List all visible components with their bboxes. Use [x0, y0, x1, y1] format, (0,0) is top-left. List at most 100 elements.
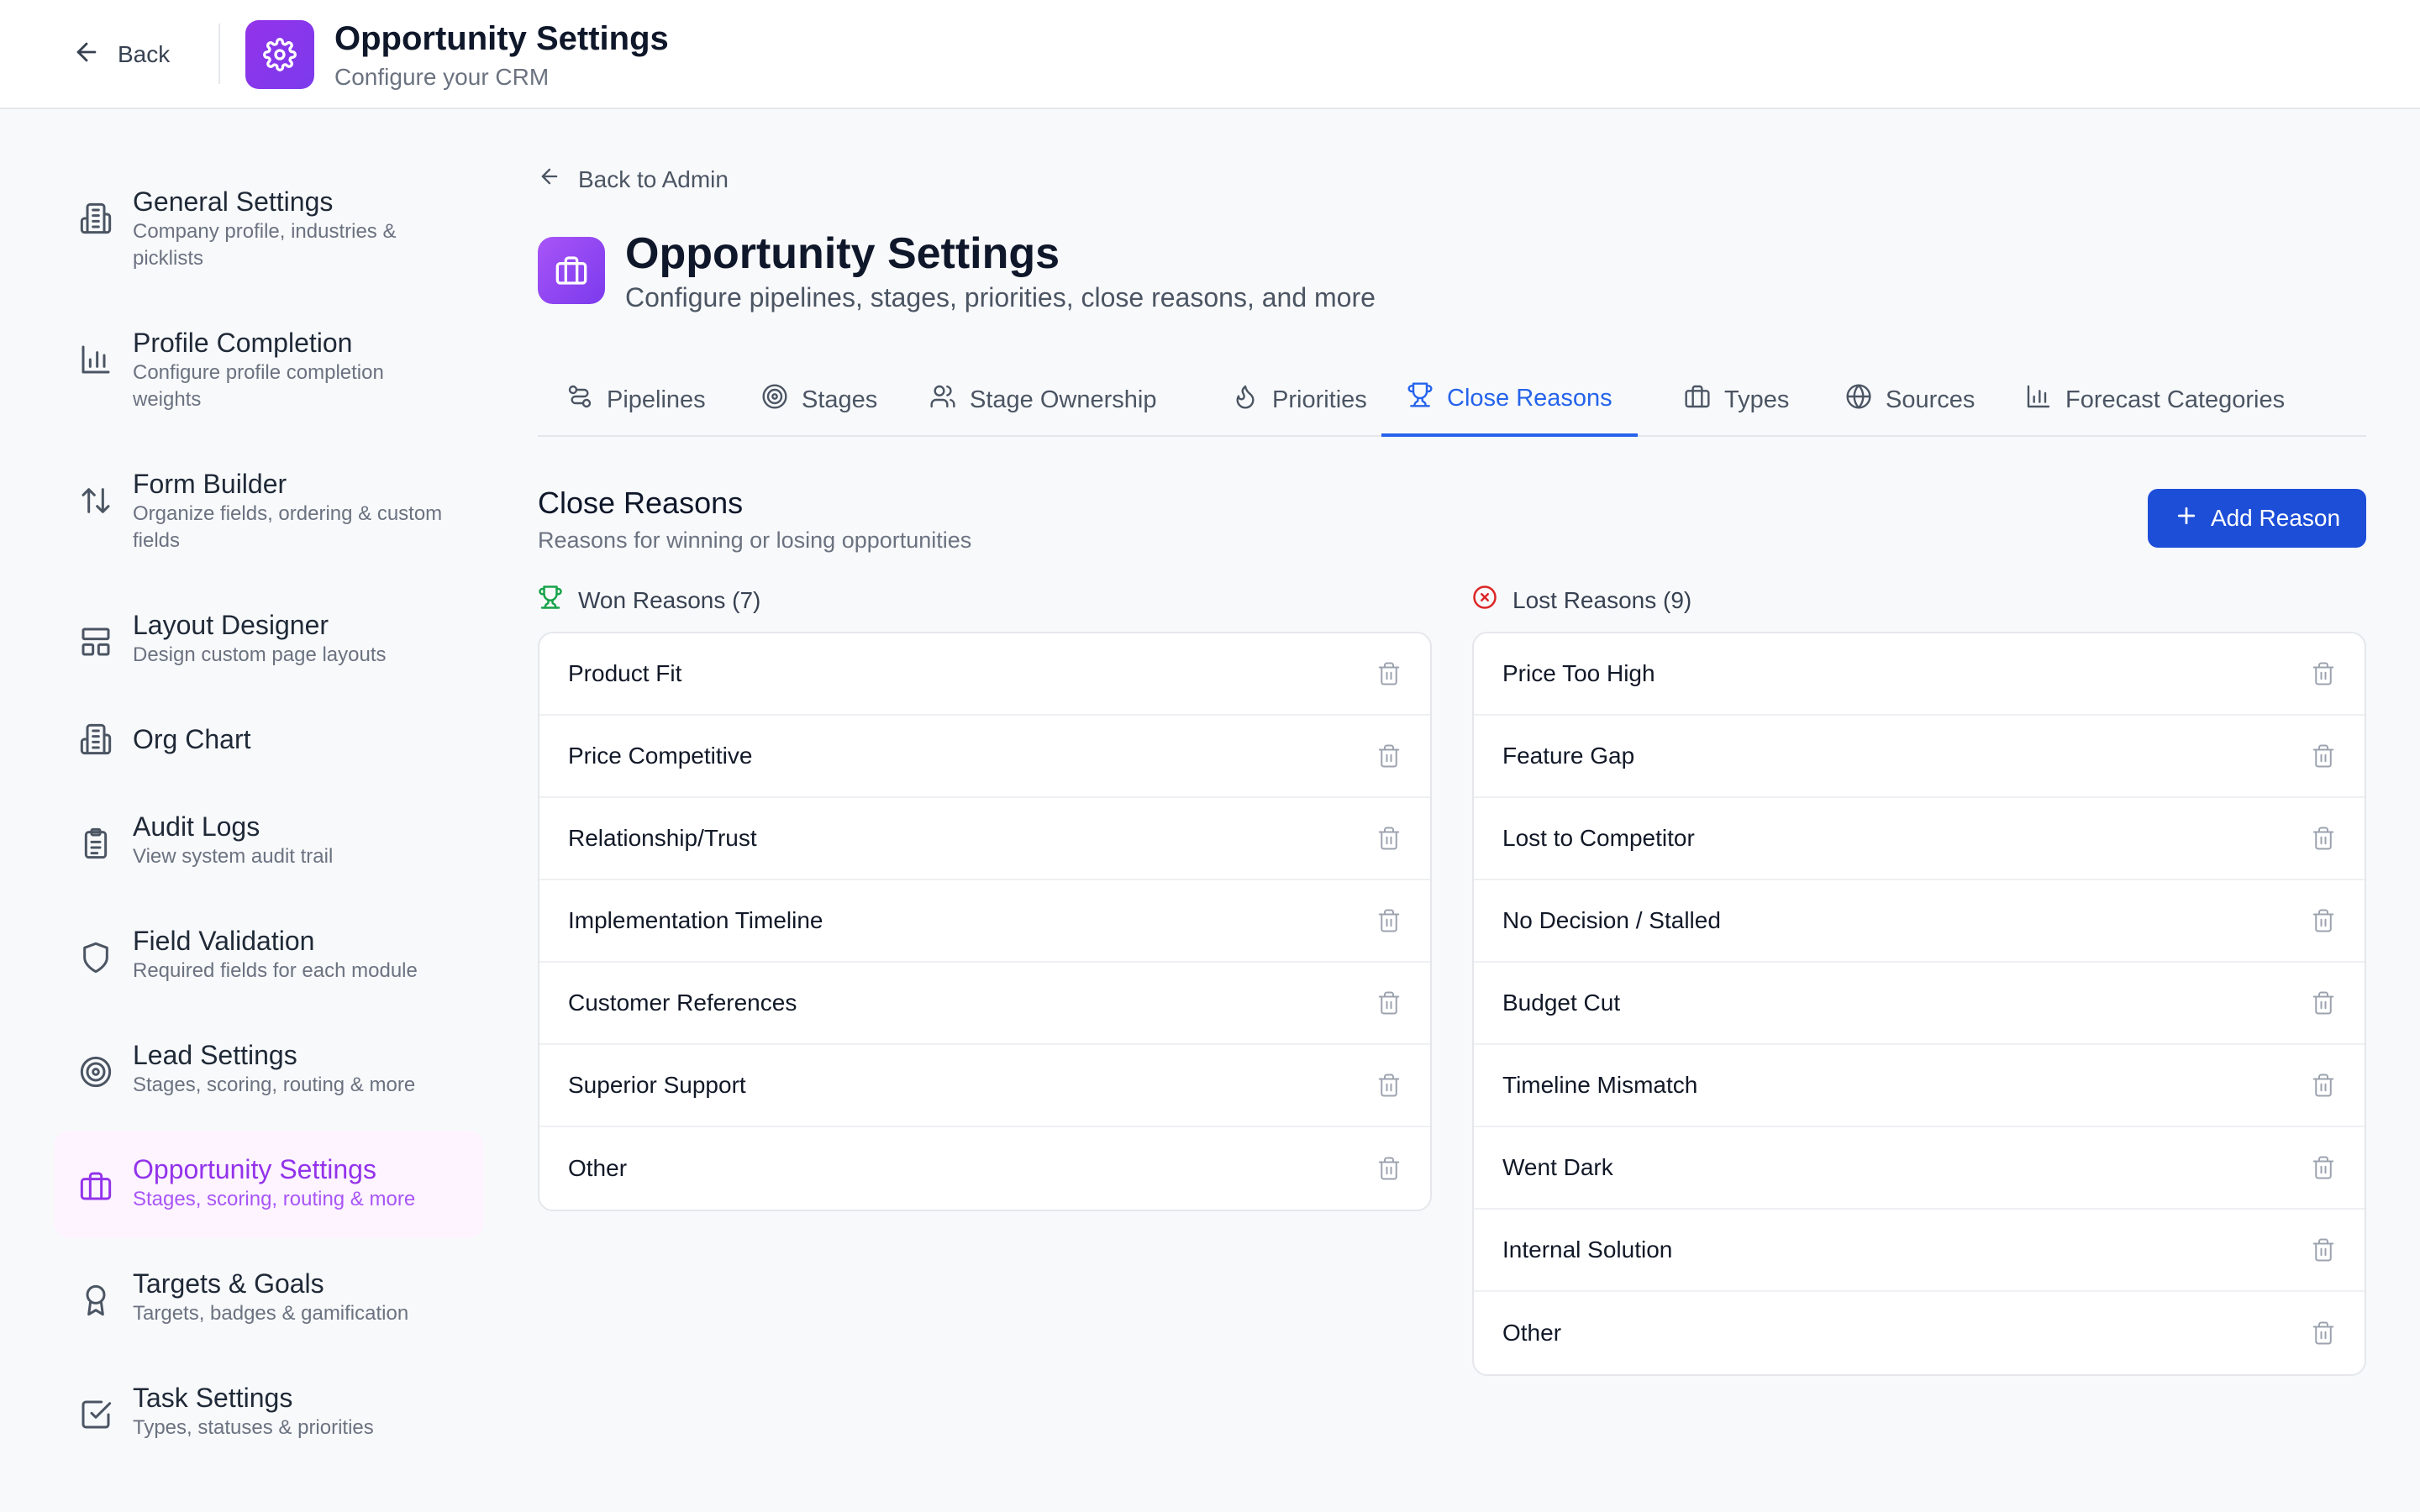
briefcase-icon	[1684, 383, 1711, 417]
tab-pipelines[interactable]: Pipelines	[541, 363, 731, 437]
reason-label: Relationship/Trust	[568, 825, 757, 851]
sidebar-item-label: Layout Designer	[133, 610, 329, 640]
trash-icon[interactable]	[2311, 1155, 2336, 1180]
sidebar-item-label: Org Chart	[133, 724, 251, 754]
bar-chart-icon	[2025, 383, 2052, 417]
sidebar-item-opportunity-settings[interactable]: Opportunity Settings Stages, scoring, ro…	[54, 1131, 484, 1238]
sidebar-item-label: Opportunity Settings	[133, 1154, 376, 1184]
sidebar-item-audit-logs[interactable]: Audit Logs View system audit trail	[54, 810, 484, 870]
globe-icon	[1845, 383, 1872, 417]
list-item: Lost to Competitor	[1474, 798, 2365, 880]
trash-icon[interactable]	[1376, 826, 1402, 851]
sidebar-item-org-chart[interactable]: Org Chart	[54, 722, 484, 756]
sidebar-item-form-builder[interactable]: Form Builder Organize fields, ordering &…	[54, 467, 484, 554]
list-item: Internal Solution	[1474, 1210, 2365, 1292]
list-item: Product Fit	[539, 633, 1430, 716]
reason-label: No Decision / Stalled	[1502, 907, 1721, 933]
tab-label: Stages	[802, 386, 878, 413]
x-circle-icon	[1472, 585, 1497, 616]
lost-reasons-label: Lost Reasons (9)	[1512, 586, 1692, 613]
list-item: Timeline Mismatch	[1474, 1045, 2365, 1127]
back-to-admin-link[interactable]: Back to Admin	[538, 165, 729, 194]
building-icon	[79, 202, 113, 235]
list-item: Other	[1474, 1292, 2365, 1374]
lost-reasons-heading: Lost Reasons (9)	[1472, 585, 1691, 616]
reason-label: Superior Support	[568, 1072, 746, 1098]
sidebar-item-label: Audit Logs	[133, 811, 260, 842]
sidebar-item-label: Field Validation	[133, 926, 315, 956]
trash-icon[interactable]	[1376, 743, 1402, 769]
tab-close-reasons[interactable]: Close Reasons	[1381, 363, 1638, 437]
bar-chart-icon	[79, 343, 113, 376]
list-item: Implementation Timeline	[539, 880, 1430, 963]
tab-label: Types	[1724, 386, 1790, 413]
tab-label: Forecast Categories	[2065, 386, 2286, 413]
trash-icon[interactable]	[1376, 990, 1402, 1016]
tab-label: Close Reasons	[1447, 384, 1612, 412]
sidebar-item-targets-goals[interactable]: Targets & Goals Targets, badges & gamifi…	[54, 1267, 484, 1327]
back-button-label: Back	[118, 41, 171, 67]
trash-icon[interactable]	[2311, 908, 2336, 933]
add-reason-button[interactable]: Add Reason	[2148, 489, 2366, 548]
trash-icon[interactable]	[1376, 1073, 1402, 1098]
pipeline-icon	[566, 383, 593, 417]
flame-icon	[1232, 383, 1259, 417]
trash-icon[interactable]	[2311, 1237, 2336, 1263]
tab-types[interactable]: Types	[1659, 363, 1814, 437]
tab-priorities[interactable]: Priorities	[1207, 363, 1392, 437]
tab-stage-ownership[interactable]: Stage Ownership	[904, 363, 1181, 437]
trash-icon[interactable]	[2311, 990, 2336, 1016]
trash-icon[interactable]	[1376, 661, 1402, 686]
checkbox-icon	[79, 1398, 113, 1431]
target-icon	[79, 1055, 113, 1089]
sidebar-item-desc: Types, statuses & priorities	[133, 1416, 374, 1439]
list-item: Feature Gap	[1474, 716, 2365, 798]
page-subtitle: Configure pipelines, stages, priorities,…	[625, 282, 1376, 312]
section-description: Reasons for winning or losing opportunit…	[538, 528, 972, 553]
reason-label: Other	[1502, 1320, 1562, 1346]
list-item: Went Dark	[1474, 1127, 2365, 1210]
trash-icon[interactable]	[2311, 1073, 2336, 1098]
trash-icon[interactable]	[2311, 661, 2336, 686]
list-item: Customer References	[539, 963, 1430, 1045]
tab-stages[interactable]: Stages	[736, 363, 902, 437]
sidebar-item-label: Form Builder	[133, 469, 287, 499]
won-reasons-heading: Won Reasons (7)	[538, 585, 760, 616]
sidebar-item-desc: Stages, scoring, routing & more	[133, 1188, 416, 1210]
back-button[interactable]: Back	[72, 34, 170, 76]
sidebar-item-lead-settings[interactable]: Lead Settings Stages, scoring, routing &…	[54, 1038, 484, 1099]
sidebar-item-label: Profile Completion	[133, 328, 353, 358]
top-bar: Back Opportunity Settings Configure your…	[0, 0, 2420, 109]
list-item: Superior Support	[539, 1045, 1430, 1127]
trash-icon[interactable]	[2311, 1320, 2336, 1346]
sidebar-item-task-settings[interactable]: Task Settings Types, statuses & prioriti…	[54, 1381, 484, 1441]
sidebar-item-field-validation[interactable]: Field Validation Required fields for eac…	[54, 924, 484, 984]
sidebar-item-general-settings[interactable]: General Settings Company profile, indust…	[54, 185, 484, 272]
shield-icon	[79, 941, 113, 974]
sidebar-item-profile-completion[interactable]: Profile Completion Configure profile com…	[54, 326, 484, 413]
briefcase-icon	[79, 1169, 113, 1203]
sidebar-item-desc: Targets, badges & gamification	[133, 1302, 409, 1325]
arrow-left-icon	[538, 165, 561, 194]
reason-label: Timeline Mismatch	[1502, 1072, 1698, 1098]
tab-label: Sources	[1886, 386, 1975, 413]
tab-forecast-categories[interactable]: Forecast Categories	[2000, 363, 2310, 437]
reason-label: Budget Cut	[1502, 990, 1621, 1016]
trash-icon[interactable]	[1376, 1156, 1402, 1181]
trash-icon[interactable]	[2311, 743, 2336, 769]
lost-reasons-list: Price Too High Feature Gap Lost to Compe…	[1472, 632, 2366, 1376]
sidebar-item-layout-designer[interactable]: Layout Designer Design custom page layou…	[54, 608, 484, 669]
sidebar-item-desc: Company profile, industries & picklists	[133, 220, 397, 270]
reason-label: Lost to Competitor	[1502, 825, 1695, 851]
sidebar-item-desc: Design custom page layouts	[133, 643, 387, 666]
briefcase-icon	[538, 237, 605, 304]
trash-icon[interactable]	[1376, 908, 1402, 933]
sidebar-item-desc: Required fields for each module	[133, 959, 418, 982]
reason-label: Price Too High	[1502, 660, 1655, 686]
target-icon	[761, 383, 788, 417]
sort-arrows-icon	[79, 484, 113, 517]
trash-icon[interactable]	[2311, 826, 2336, 851]
sidebar-item-desc: Stages, scoring, routing & more	[133, 1074, 416, 1096]
reason-label: Feature Gap	[1502, 743, 1635, 769]
tab-sources[interactable]: Sources	[1820, 363, 2000, 437]
